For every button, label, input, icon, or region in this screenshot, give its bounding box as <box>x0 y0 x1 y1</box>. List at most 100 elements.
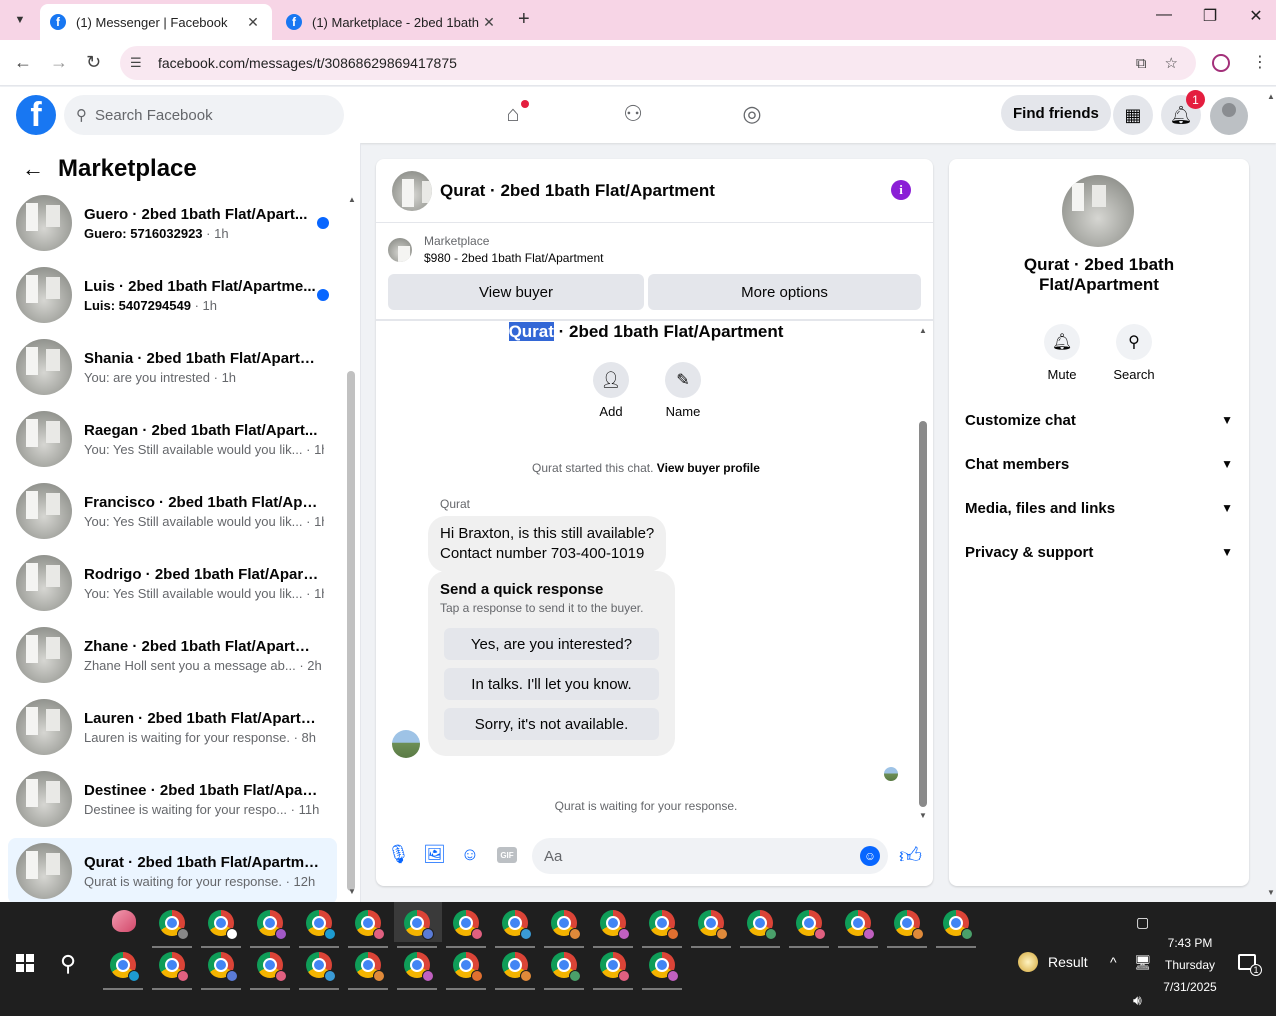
restore-icon[interactable]: ❐ <box>1187 6 1233 26</box>
sidebar-scrollbar[interactable] <box>347 371 355 891</box>
browser-profile-icon[interactable] <box>1212 54 1230 72</box>
chat-scroll-up-icon[interactable]: ▲ <box>919 326 927 335</box>
chrome-taskbar-icon[interactable] <box>698 910 728 940</box>
chrome-taskbar-icon[interactable] <box>404 952 434 982</box>
bell-icon[interactable]: 🔔︎ <box>1044 324 1080 360</box>
chrome-taskbar-icon[interactable] <box>257 952 287 982</box>
chrome-taskbar-icon[interactable] <box>502 910 532 940</box>
media-files-links-section[interactable]: Media, files and links ▼ <box>965 496 1233 520</box>
chrome-taskbar-icon[interactable] <box>649 910 679 940</box>
privacy-support-section[interactable]: Privacy & support ▼ <box>965 540 1233 564</box>
chrome-taskbar-icon[interactable] <box>551 910 581 940</box>
chrome-taskbar-icon[interactable] <box>796 910 826 940</box>
sender-avatar[interactable] <box>392 730 420 758</box>
minimize-icon[interactable]: — <box>1141 6 1187 24</box>
conversation-item[interactable]: Luis · 2bed 1bath Flat/Apartme... Luis: 5… <box>8 262 337 328</box>
chrome-taskbar-icon[interactable] <box>404 910 434 940</box>
back-arrow-icon[interactable]: ← <box>22 156 44 182</box>
account-avatar[interactable] <box>1210 97 1248 135</box>
page-scroll-up-icon[interactable]: ▲ <box>1267 92 1275 101</box>
scroll-up-icon[interactable]: ▲ <box>348 195 356 204</box>
reload-icon[interactable]: ↻ <box>86 52 101 73</box>
conversation-item[interactable]: Francisco · 2bed 1bath Flat/Apar... You: … <box>8 478 337 544</box>
chrome-taskbar-icon[interactable] <box>943 910 973 940</box>
meet-now-icon[interactable]: ▢ <box>1136 914 1149 931</box>
forward-icon[interactable]: → <box>50 52 68 73</box>
thumbs-up-icon[interactable]: 👍︎ <box>899 842 922 869</box>
pencil-icon[interactable]: ✎ <box>665 362 701 398</box>
chrome-taskbar-icon[interactable] <box>355 910 385 940</box>
search-icon[interactable]: ⚲ <box>1116 324 1152 360</box>
add-people-control[interactable]: 👤︎ Add <box>581 362 641 419</box>
microphone-icon[interactable]: 🎙︎ <box>387 844 410 866</box>
conversation-item[interactable]: Zhane · 2bed 1bath Flat/Apartm... Zhane H… <box>8 622 337 688</box>
find-friends-button[interactable]: Find friends <box>1001 95 1111 131</box>
chrome-taskbar-icon[interactable] <box>600 910 630 940</box>
conversation-item[interactable]: Lauren · 2bed 1bath Flat/Apartm... Lauren… <box>8 694 337 760</box>
chrome-taskbar-icon[interactable] <box>845 910 875 940</box>
chrome-taskbar-icon[interactable] <box>355 952 385 982</box>
info-icon[interactable]: i <box>891 180 911 200</box>
chrome-taskbar-icon[interactable] <box>551 952 581 982</box>
volume-icon[interactable]: 🔊︎ <box>1133 992 1142 1009</box>
menu-grid-icon[interactable]: ▦ <box>1113 95 1153 135</box>
conversation-item[interactable]: Destinee · 2bed 1bath Flat/Apart... Desti… <box>8 766 337 832</box>
quick-reply-button[interactable]: Sorry, it's not available. <box>444 708 659 740</box>
chat-members-section[interactable]: Chat members ▼ <box>965 452 1233 476</box>
chrome-taskbar-icon[interactable] <box>502 952 532 982</box>
conversation-item[interactable]: Raegan · 2bed 1bath Flat/Apart... You: Ye… <box>8 406 337 472</box>
close-window-icon[interactable]: ✕ <box>1233 6 1276 26</box>
snipping-tool-icon[interactable] <box>112 910 136 932</box>
more-options-button[interactable]: More options <box>648 274 921 310</box>
chrome-taskbar-icon[interactable] <box>306 910 336 940</box>
page-scroll-down-icon[interactable]: ▼ <box>1267 888 1275 897</box>
sticker-icon[interactable]: ☺ <box>459 844 481 866</box>
customize-chat-section[interactable]: Customize chat ▼ <box>965 408 1233 432</box>
chrome-taskbar-icon[interactable] <box>257 910 287 940</box>
conversation-item[interactable]: Qurat · 2bed 1bath Flat/Apartme... Qurat … <box>8 838 337 904</box>
browser-menu-icon[interactable]: ⋮ <box>1252 52 1268 72</box>
url-text[interactable]: facebook.com/messages/t/3086862986941787… <box>158 55 1136 71</box>
emoji-icon[interactable]: ☺ <box>860 846 880 866</box>
conversation-item[interactable]: Shania · 2bed 1bath Flat/Apartm... You: a… <box>8 334 337 400</box>
chrome-taskbar-icon[interactable] <box>208 910 238 940</box>
groups-icon[interactable]: ◎ <box>738 101 766 129</box>
chrome-taskbar-icon[interactable] <box>600 952 630 982</box>
taskbar-search-icon[interactable]: ⚲ <box>60 951 76 977</box>
tab-close-icon[interactable]: ✕ <box>244 14 262 31</box>
gif-icon[interactable]: GIF <box>497 847 517 863</box>
chat-scroll-down-icon[interactable]: ▼ <box>919 811 927 820</box>
message-bubble[interactable]: Hi Braxton, is this still available? Con… <box>428 516 667 572</box>
name-control[interactable]: ✎ Name <box>653 362 713 419</box>
windows-start-icon[interactable] <box>16 954 34 972</box>
listing-thumbnail[interactable] <box>388 237 412 262</box>
conversation-item[interactable]: Rodrigo · 2bed 1bath Flat/Apart... You: Y… <box>8 550 337 616</box>
quick-reply-button[interactable]: Yes, are you interested? <box>444 628 659 660</box>
omnibox[interactable]: ☰ facebook.com/messages/t/30868629869417… <box>120 46 1196 80</box>
friends-icon[interactable]: ⚇ <box>619 101 647 129</box>
chat-scrollbar[interactable] <box>919 421 927 807</box>
chrome-taskbar-icon[interactable] <box>747 910 777 940</box>
mute-control[interactable]: 🔔︎ Mute <box>1032 324 1092 382</box>
chrome-taskbar-icon[interactable] <box>453 952 483 982</box>
photo-icon[interactable]: 🖼︎ <box>423 844 446 866</box>
chrome-taskbar-icon[interactable] <box>649 952 679 982</box>
chrome-taskbar-icon[interactable] <box>306 952 336 982</box>
chrome-taskbar-icon[interactable] <box>159 910 189 940</box>
search-control[interactable]: ⚲ Search <box>1104 324 1164 382</box>
back-icon[interactable]: ← <box>14 52 32 73</box>
search-input[interactable]: ⚲ Search Facebook <box>64 95 344 135</box>
site-info-icon[interactable]: ☰ <box>130 55 150 71</box>
info-avatar[interactable] <box>1062 175 1134 247</box>
chrome-taskbar-icon[interactable] <box>159 952 189 982</box>
bookmark-star-icon[interactable]: ☆ <box>1165 54 1178 72</box>
message-input[interactable]: Aa ☺ <box>532 838 888 874</box>
conversation-item[interactable]: Guero · 2bed 1bath Flat/Apart... Guero: 5… <box>8 190 337 256</box>
chrome-taskbar-icon[interactable] <box>110 952 140 982</box>
action-center-icon[interactable]: 1 <box>1238 954 1262 976</box>
tab-close-icon[interactable]: ✕ <box>480 14 498 31</box>
tab-search-chevron-icon[interactable]: ▼ <box>8 8 32 32</box>
quick-reply-button[interactable]: In talks. I'll let you know. <box>444 668 659 700</box>
chat-avatar[interactable] <box>392 170 432 211</box>
scroll-down-icon[interactable]: ▼ <box>348 887 356 896</box>
